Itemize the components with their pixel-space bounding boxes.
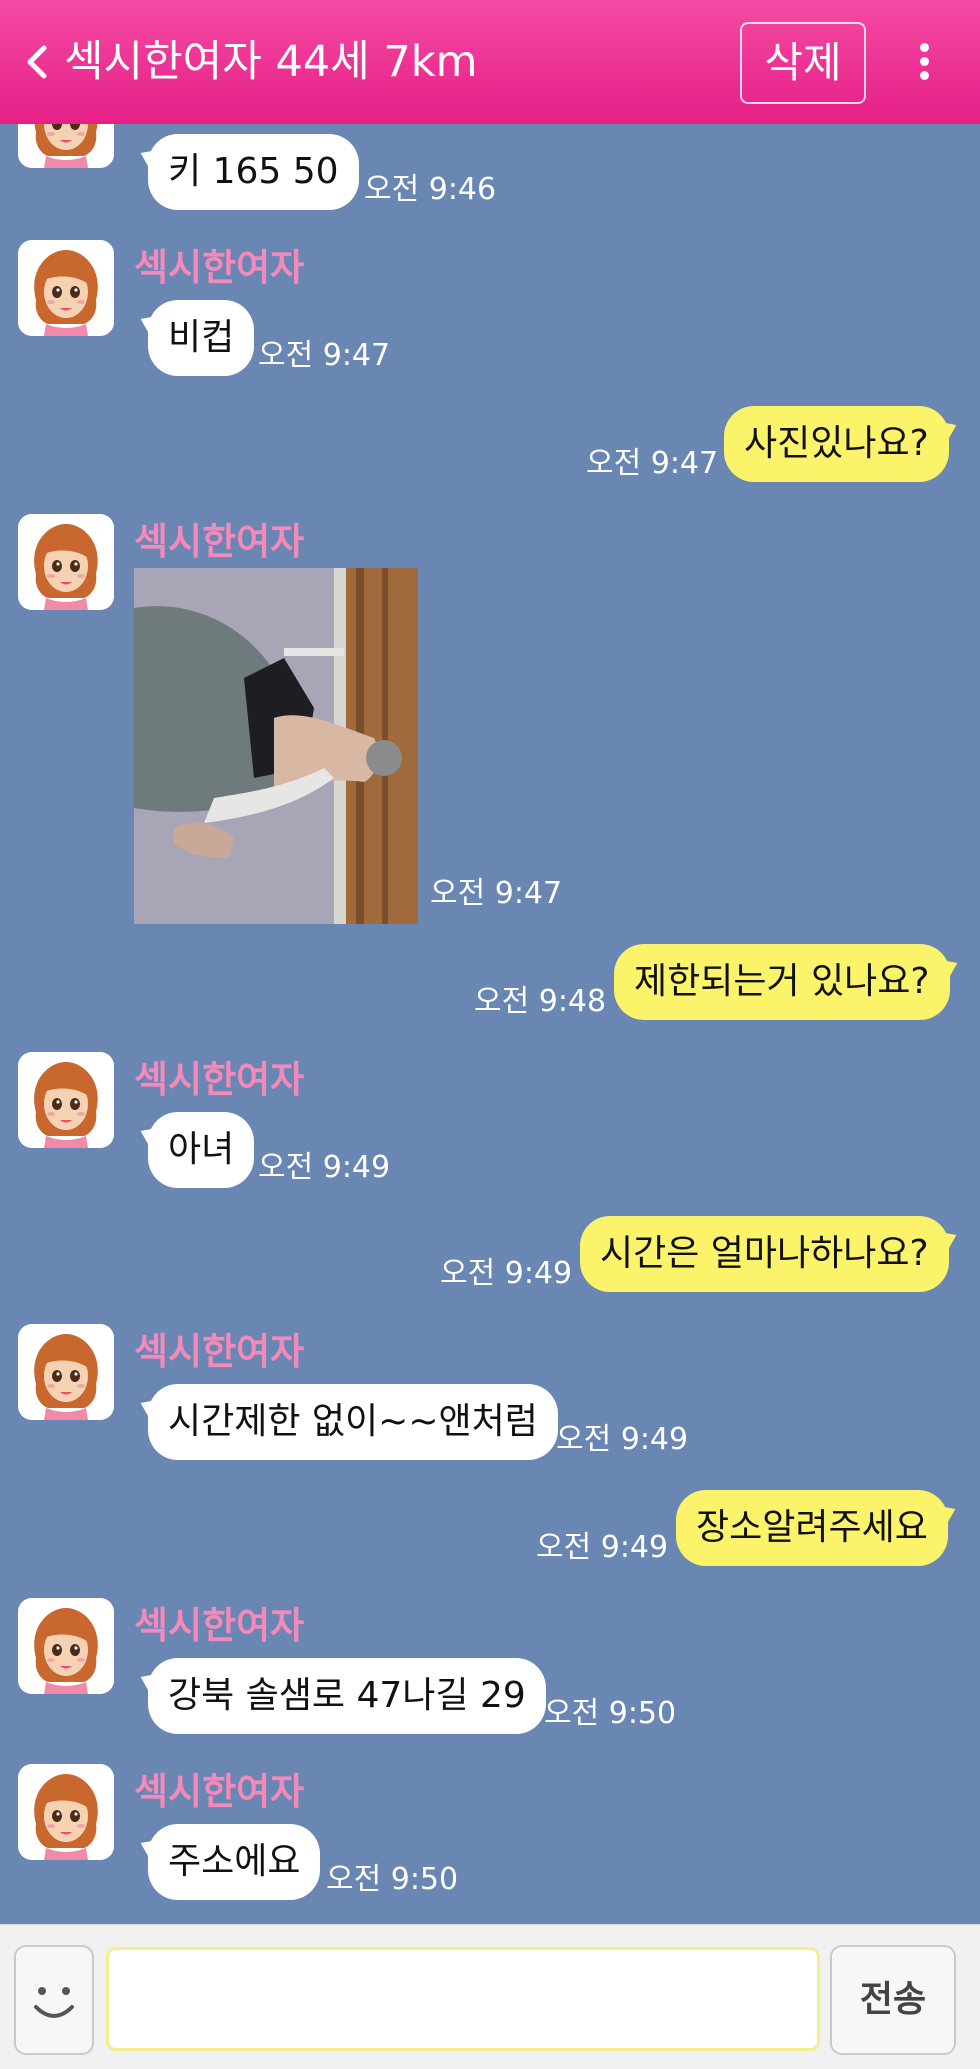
chat-title: 섹시한여자 44세 7km — [64, 37, 478, 87]
sender-name: 섹시한여자 — [134, 246, 305, 289]
avatar[interactable] — [18, 1598, 114, 1694]
sender-name: 섹시한여자 — [134, 1604, 305, 1647]
avatar[interactable] — [18, 240, 114, 336]
sender-name: 섹시한여자 — [134, 1770, 305, 1813]
message-list[interactable]: 키 165 50 오전 9:46 섹시한여자 비컵 오전 9:47 오전 9:4… — [0, 124, 980, 1924]
avatar[interactable] — [18, 1764, 114, 1860]
message-bubble-outgoing[interactable]: 장소알려주세요 — [676, 1490, 948, 1566]
message-bubble-outgoing[interactable]: 시간은 얼마나하나요? — [580, 1216, 949, 1292]
emoji-button[interactable] — [14, 1945, 94, 2055]
message-time: 오전 9:46 — [364, 172, 497, 207]
message-bubble-incoming[interactable]: 키 165 50 — [148, 134, 359, 210]
message-time: 오전 9:49 — [258, 1150, 391, 1185]
message-time: 오전 9:49 — [440, 1256, 573, 1291]
message-bubble-incoming[interactable]: 시간제한 없이~~앤처럼 — [148, 1384, 558, 1460]
message-time: 오전 9:48 — [474, 984, 607, 1019]
message-bubble-incoming[interactable]: 주소에요 — [148, 1824, 321, 1900]
message-time: 오전 9:49 — [536, 1530, 669, 1565]
photo-message[interactable] — [134, 568, 418, 924]
input-bar: 전송 — [0, 1924, 980, 2069]
sender-name: 섹시한여자 — [134, 1330, 305, 1373]
avatar[interactable] — [18, 1324, 114, 1420]
message-time: 오전 9:50 — [326, 1862, 459, 1897]
sender-name: 섹시한여자 — [134, 520, 305, 563]
message-time: 오전 9:49 — [556, 1422, 689, 1457]
message-bubble-incoming[interactable]: 강북 솔샘로 47나길 29 — [148, 1658, 546, 1734]
message-bubble-incoming[interactable]: 아녀 — [148, 1112, 255, 1188]
message-bubble-outgoing[interactable]: 사진있나요? — [724, 406, 949, 482]
chevron-left-icon[interactable] — [18, 38, 58, 86]
message-time: 오전 9:47 — [430, 876, 563, 911]
more-vertical-icon[interactable] — [910, 40, 938, 88]
avatar[interactable] — [18, 1052, 114, 1148]
avatar[interactable] — [18, 124, 114, 168]
avatar[interactable] — [18, 514, 114, 610]
message-bubble-outgoing[interactable]: 제한되는거 있나요? — [614, 944, 950, 1020]
message-bubble-incoming[interactable]: 비컵 — [148, 300, 255, 376]
message-time: 오전 9:50 — [544, 1696, 677, 1731]
smiley-icon — [34, 1987, 74, 2018]
chat-header: 섹시한여자 44세 7km 삭제 — [0, 0, 980, 124]
sender-name: 섹시한여자 — [134, 1058, 305, 1101]
message-time: 오전 9:47 — [586, 446, 719, 481]
message-input[interactable] — [106, 1947, 820, 2051]
delete-button[interactable]: 삭제 — [740, 22, 866, 104]
send-button[interactable]: 전송 — [830, 1945, 956, 2055]
message-time: 오전 9:47 — [258, 338, 391, 373]
